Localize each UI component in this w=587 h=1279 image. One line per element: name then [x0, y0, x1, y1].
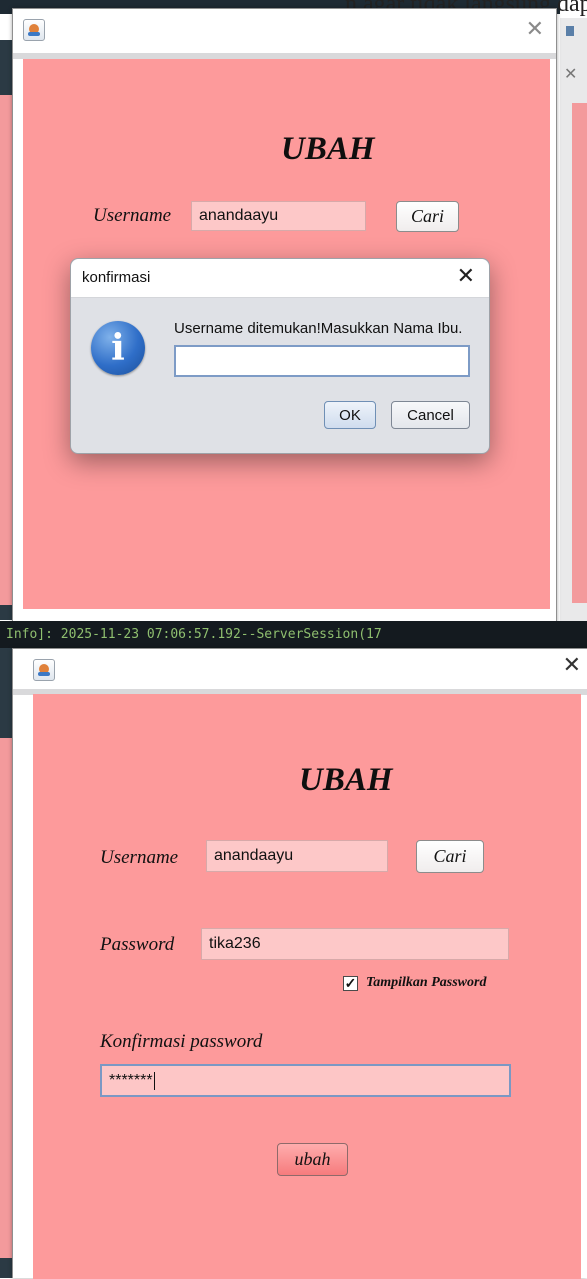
- java-app-icon: [23, 19, 45, 41]
- terminal-text: Info]: 2025-11-23 07:06:57.192--ServerSe…: [6, 627, 382, 642]
- username-label: Username: [93, 205, 172, 226]
- password-input[interactable]: tika236: [201, 928, 509, 960]
- text-caret: [153, 1071, 155, 1090]
- cancel-button[interactable]: Cancel: [391, 401, 470, 429]
- username-value: anandaayu: [199, 207, 279, 224]
- info-icon: i: [91, 321, 145, 375]
- background-left-edge-bottom: [0, 648, 12, 1278]
- page-title: UBAH: [299, 762, 393, 798]
- close-icon[interactable]: ✕: [563, 655, 581, 677]
- java-app-icon: [33, 659, 55, 681]
- ubah-submit-button[interactable]: ubah: [277, 1143, 348, 1176]
- dialog-titlebar: konfirmasi ✕: [71, 259, 489, 298]
- dialog-close-icon[interactable]: ✕: [457, 264, 475, 289]
- confirmation-dialog: konfirmasi ✕ i Username ditemukan!Masukk…: [70, 258, 490, 454]
- confirm-password-label: Konfirmasi password: [100, 1031, 263, 1052]
- background-window-right-edge: ✕: [560, 18, 587, 628]
- username-input[interactable]: anandaayu: [191, 201, 366, 231]
- ok-button[interactable]: OK: [324, 401, 376, 429]
- confirm-password-input[interactable]: *******: [100, 1064, 511, 1097]
- background-terminal-line: Info]: 2025-11-23 07:06:57.192--ServerSe…: [0, 621, 587, 649]
- form-panel: UBAH Username anandaayu Cari Password ti…: [33, 694, 581, 1279]
- page-title: UBAH: [281, 131, 375, 167]
- dialog-message: Username ditemukan!Masukkan Nama Ibu.: [174, 320, 463, 337]
- background-window-left-edge: [0, 40, 12, 620]
- password-label: Password: [100, 934, 175, 955]
- window-titlebar: ✕: [13, 9, 556, 55]
- close-icon[interactable]: ✕: [526, 19, 544, 41]
- ubah-window-bottom: ✕ UBAH Username anandaayu Cari Password …: [12, 648, 587, 1279]
- dialog-title: konfirmasi: [82, 269, 151, 286]
- search-button[interactable]: Cari: [416, 840, 484, 873]
- username-value: anandaayu: [214, 847, 294, 864]
- username-input[interactable]: anandaayu: [206, 840, 388, 872]
- background-close-icon: ✕: [564, 66, 578, 83]
- confirm-password-value: *******: [109, 1071, 153, 1089]
- search-button[interactable]: Cari: [396, 201, 459, 232]
- show-password-checkbox[interactable]: ✓: [343, 976, 358, 991]
- show-password-label: Tampilkan Password: [366, 975, 487, 990]
- mother-name-input[interactable]: [174, 345, 470, 377]
- username-label: Username: [100, 847, 179, 868]
- password-value: tika236: [209, 935, 261, 952]
